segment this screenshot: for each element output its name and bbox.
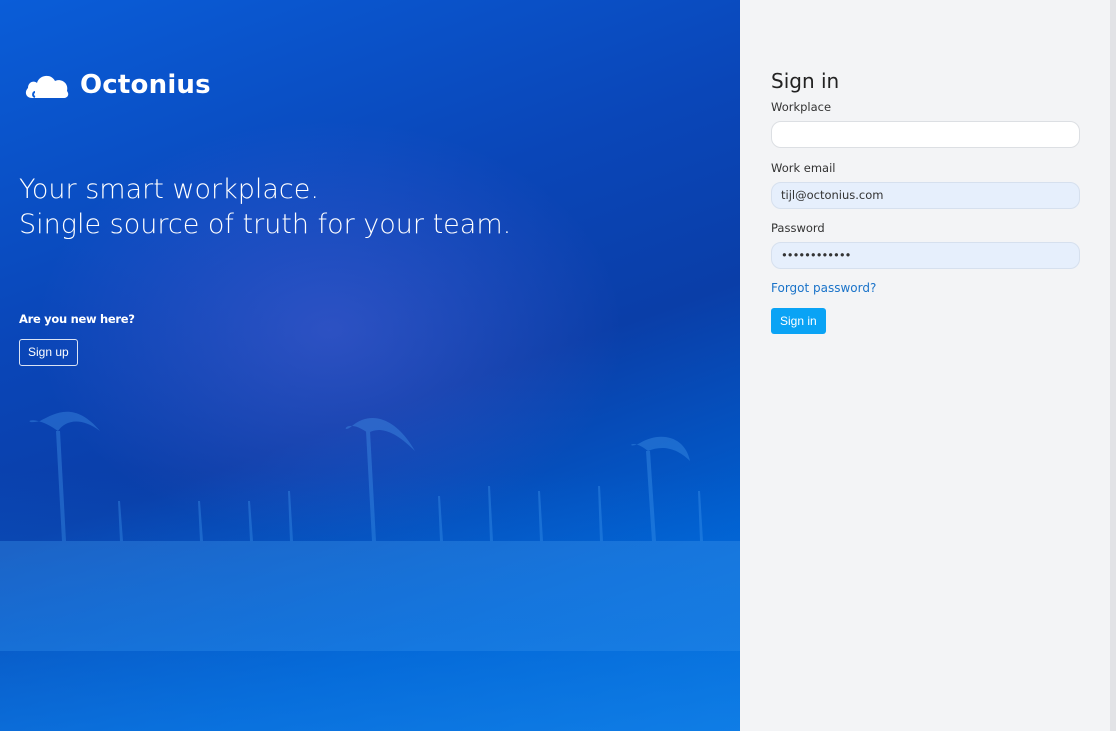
brand-name: Octonius <box>80 70 211 100</box>
work-email-input[interactable]: tijl@octonius.com <box>771 182 1080 209</box>
password-label: Password <box>771 221 825 235</box>
hero-panel: Octonius Your smart workplace. Single so… <box>0 0 740 731</box>
work-email-label: Work email <box>771 161 836 175</box>
password-input[interactable]: •••••••••••• <box>771 242 1080 269</box>
workplace-label: Workplace <box>771 100 832 114</box>
tagline: Your smart workplace. Single source of t… <box>19 172 511 242</box>
sign-up-button[interactable]: Sign up <box>19 339 78 366</box>
sign-in-panel: Sign in Workplace Work email tijl@octoni… <box>740 0 1116 731</box>
palm-trees-background <box>0 411 740 651</box>
workplace-input[interactable] <box>771 121 1080 148</box>
sign-in-button[interactable]: Sign in <box>771 308 826 334</box>
tagline-line-1: Your smart workplace. <box>19 174 319 205</box>
tagline-line-2: Single source of truth for your team. <box>19 209 512 240</box>
forgot-password-link[interactable]: Forgot password? <box>771 281 876 295</box>
scrollbar[interactable] <box>1110 0 1116 731</box>
brand-logo: Octonius <box>24 70 211 100</box>
new-here-text: Are you new here? <box>19 312 135 326</box>
sign-in-title: Sign in <box>771 69 840 93</box>
cloud-logo-icon <box>25 75 69 98</box>
